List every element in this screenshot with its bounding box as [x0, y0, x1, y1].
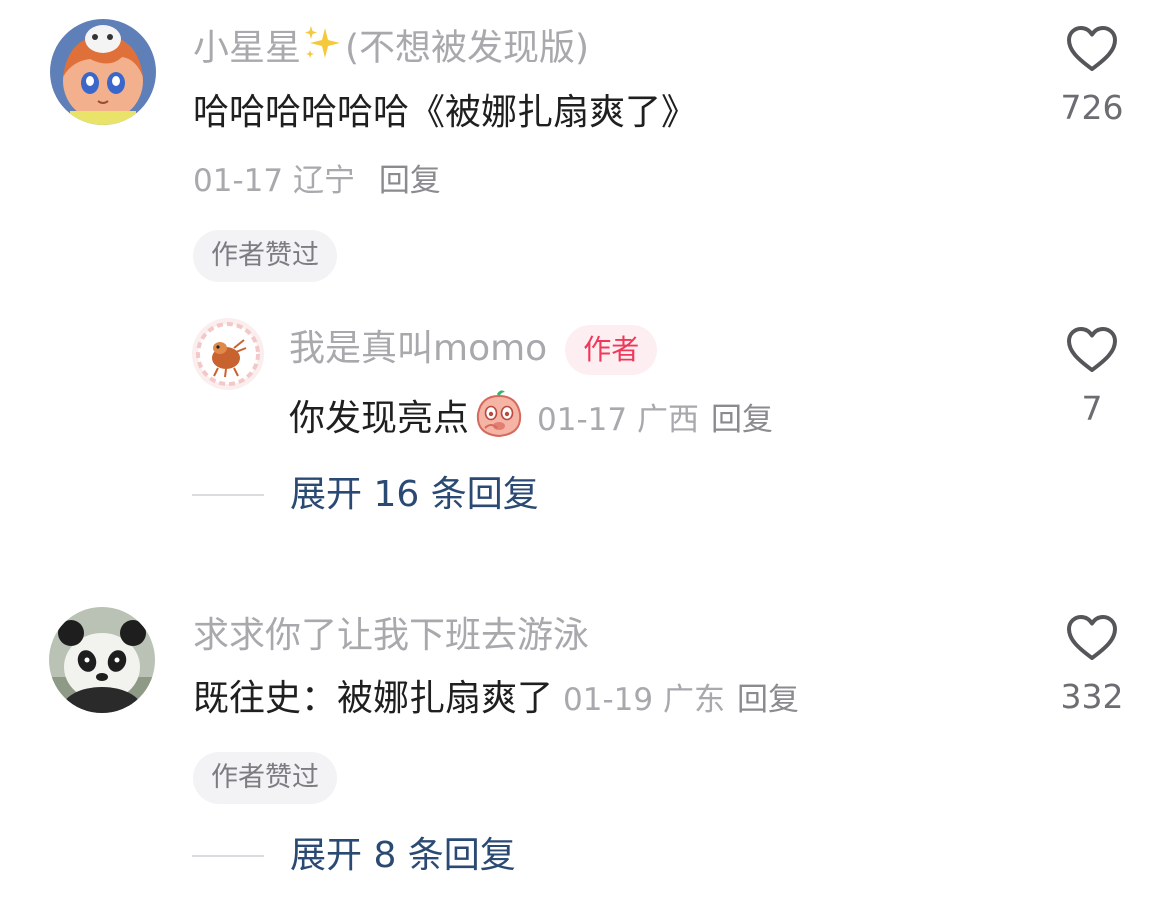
author-liked-badge: 作者赞过 — [193, 752, 337, 804]
author-tag: 作者 — [565, 325, 658, 375]
divider — [192, 855, 264, 857]
sparkles-icon — [301, 24, 345, 75]
comment-meta: 01-19 广东 回复 — [563, 682, 799, 718]
expand-replies-button[interactable]: 展开 8 条回复 — [192, 833, 516, 879]
like-count: 726 — [1060, 88, 1124, 127]
expand-replies-label: 展开 8 条回复 — [290, 835, 516, 876]
comment-meta: 01-17 辽宁 回复 — [193, 161, 441, 201]
like-button[interactable]: 332 — [1037, 613, 1147, 717]
peach-face-sticker — [471, 388, 527, 452]
comment-item: 求求你了让我下班去游泳 既往史：被娜扎扇爽了 01-19 广东 回复 作者赞过 33… — [0, 595, 1170, 895]
reply-username[interactable]: 我是真叫momo 作者 — [289, 325, 658, 375]
heart-icon — [1067, 615, 1117, 660]
reply-button[interactable]: 回复 — [711, 402, 773, 438]
divider — [192, 494, 264, 496]
reply-text: 你发现亮点 01-17 广西 回复 — [289, 388, 773, 452]
like-button[interactable]: 7 — [1037, 325, 1147, 429]
reply-location: 广西 — [636, 402, 699, 438]
user-avatar[interactable] — [49, 607, 155, 713]
like-count: 7 — [1081, 389, 1103, 428]
author-liked-badge: 作者赞过 — [193, 230, 337, 282]
comment-date: 01-17 — [193, 163, 284, 199]
comment-location: 广东 — [662, 682, 725, 718]
comment-item: 小星星 (不想被发现版) 哈哈哈哈哈哈《被娜扎扇爽了》 01-17 辽宁 回复 … — [0, 0, 1170, 540]
expand-replies-button[interactable]: 展开 16 条回复 — [192, 472, 539, 518]
comment-username[interactable]: 小星星 (不想被发现版) — [193, 24, 589, 75]
like-button[interactable]: 726 — [1037, 24, 1147, 128]
comment-location: 辽宁 — [292, 163, 355, 199]
reply-date: 01-17 — [537, 402, 628, 438]
heart-icon — [1067, 26, 1117, 71]
expand-replies-label: 展开 16 条回复 — [290, 474, 539, 515]
comment-text: 哈哈哈哈哈哈《被娜扎扇爽了》 — [193, 92, 698, 133]
heart-icon — [1067, 327, 1117, 372]
user-avatar[interactable] — [50, 19, 156, 125]
comment-text: 既往史：被娜扎扇爽了 01-19 广东 回复 — [193, 678, 799, 719]
reply-meta: 01-17 广西 回复 — [537, 402, 773, 438]
reply-avatar[interactable] — [192, 318, 264, 390]
comment-date: 01-19 — [563, 682, 654, 718]
like-count: 332 — [1060, 677, 1124, 716]
comment-username[interactable]: 求求你了让我下班去游泳 — [193, 614, 589, 658]
reply-button[interactable]: 回复 — [379, 163, 441, 199]
reply-button[interactable]: 回复 — [737, 682, 799, 718]
